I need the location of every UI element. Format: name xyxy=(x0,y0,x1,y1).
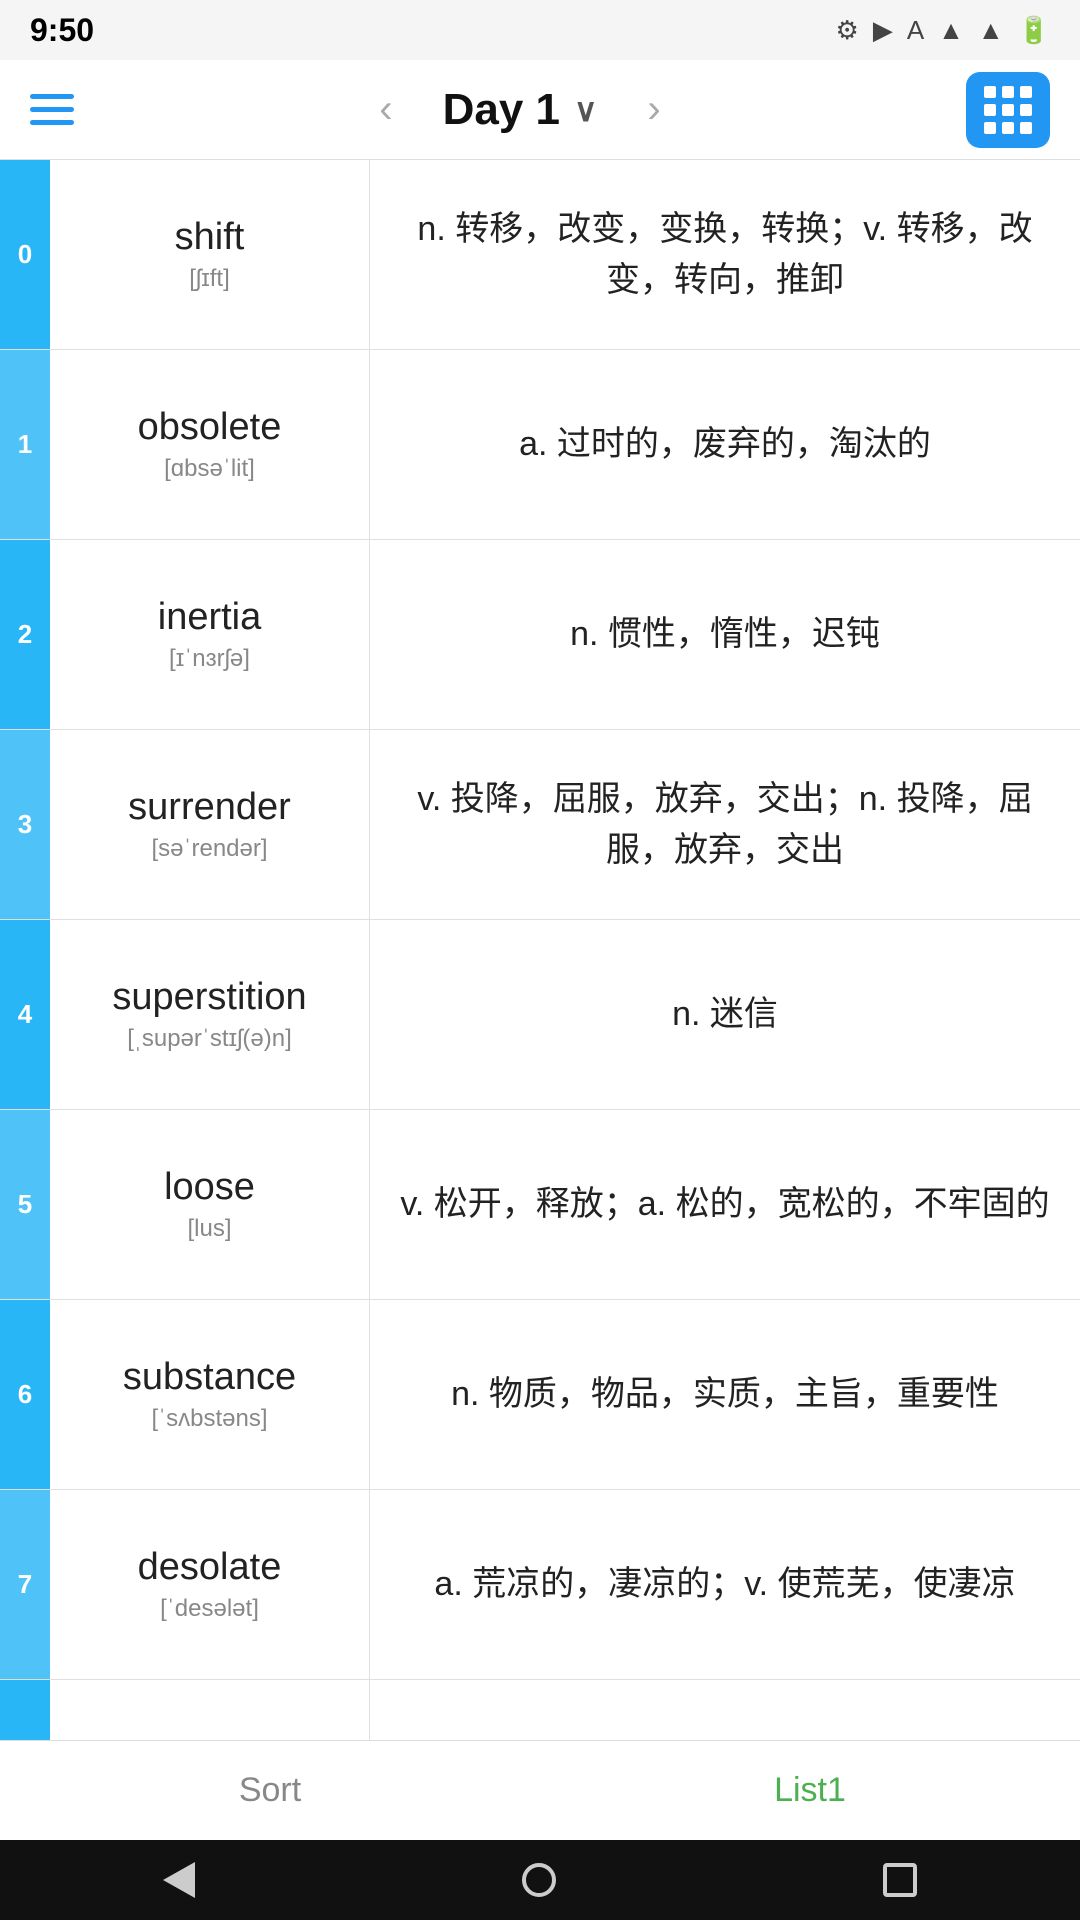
word-index: 2 xyxy=(0,540,50,729)
back-icon xyxy=(163,1862,195,1898)
word-english: desolate [ˈdesələt] xyxy=(50,1490,370,1679)
word-definition: n. 迷信 xyxy=(370,920,1080,1109)
word-english: virgin xyxy=(50,1680,370,1740)
word-english: substance [ˈsʌbstəns] xyxy=(50,1300,370,1489)
word-definition: n. 处女，童男；a. 处女的， xyxy=(370,1680,1080,1740)
prev-button[interactable]: ‹ xyxy=(369,77,402,142)
word-definition: a. 过时的，废弃的，淘汰的 xyxy=(370,350,1080,539)
chevron-down-icon: ∨ xyxy=(574,91,597,129)
word-definition: n. 惯性，惰性，迟钝 xyxy=(370,540,1080,729)
word-index: 6 xyxy=(0,1300,50,1489)
word-text: loose xyxy=(164,1166,255,1209)
word-phonetic: [ɑbsəˈlit] xyxy=(164,455,255,483)
sort-tab-label: Sort xyxy=(239,1771,301,1810)
grid-view-button[interactable] xyxy=(966,72,1050,148)
table-row[interactable]: 3 surrender [səˈrendər] v. 投降，屈服，放弃，交出；n… xyxy=(0,730,1080,920)
word-phonetic: [səˈrendər] xyxy=(151,835,267,863)
word-text: obsolete xyxy=(138,406,282,449)
word-phonetic: [ˌsupərˈstɪʃ(ə)n] xyxy=(127,1025,292,1053)
grid-row-3 xyxy=(984,122,1032,134)
word-index: 4 xyxy=(0,920,50,1109)
recents-button[interactable] xyxy=(883,1863,917,1897)
word-english: superstition [ˌsupərˈstɪʃ(ə)n] xyxy=(50,920,370,1109)
play-icon: ▶ xyxy=(873,15,893,46)
settings-icon: ⚙ xyxy=(836,15,859,46)
word-definition: v. 松开，释放；a. 松的，宽松的，不牢固的 xyxy=(370,1110,1080,1299)
next-button[interactable]: › xyxy=(637,77,670,142)
table-row[interactable]: 6 substance [ˈsʌbstəns] n. 物质，物品，实质，主旨，重… xyxy=(0,1300,1080,1490)
word-phonetic: [ˈdesələt] xyxy=(160,1595,259,1623)
signal-icon: ▲ xyxy=(978,15,1004,46)
word-english: shift [ʃɪft] xyxy=(50,160,370,349)
word-definition: n. 转移，改变，变换，转换；v. 转移，改变，转向，推卸 xyxy=(370,160,1080,349)
word-phonetic: [lus] xyxy=(187,1215,231,1243)
word-english: loose [lus] xyxy=(50,1110,370,1299)
font-icon: A xyxy=(907,15,924,46)
table-row[interactable]: 5 loose [lus] v. 松开，释放；a. 松的，宽松的，不牢固的 xyxy=(0,1110,1080,1300)
battery-icon: 🔋 xyxy=(1018,15,1050,46)
word-list: 0 shift [ʃɪft] n. 转移，改变，变换，转换；v. 转移，改变，转… xyxy=(0,160,1080,1740)
word-index: 0 xyxy=(0,160,50,349)
table-row[interactable]: 2 inertia [ɪˈnɜrʃə] n. 惯性，惰性，迟钝 xyxy=(0,540,1080,730)
table-row[interactable]: 7 desolate [ˈdesələt] a. 荒凉的，凄凉的；v. 使荒芜，… xyxy=(0,1490,1080,1680)
word-text: inertia xyxy=(158,596,262,639)
status-bar: 9:50 ⚙ ▶ A ▲ ▲ 🔋 xyxy=(0,0,1080,60)
grid-row-2 xyxy=(984,104,1032,116)
word-phonetic: [ʃɪft] xyxy=(189,265,230,293)
word-text: shift xyxy=(175,216,245,259)
word-phonetic: [ˈsʌbstəns] xyxy=(151,1405,267,1433)
word-english: obsolete [ɑbsəˈlit] xyxy=(50,350,370,539)
list1-tab[interactable]: List1 xyxy=(540,1741,1080,1840)
word-english: surrender [səˈrendər] xyxy=(50,730,370,919)
back-button[interactable] xyxy=(163,1862,195,1898)
table-row[interactable]: 1 obsolete [ɑbsəˈlit] a. 过时的，废弃的，淘汰的 xyxy=(0,350,1080,540)
table-row[interactable]: 8 virgin n. 处女，童男；a. 处女的， xyxy=(0,1680,1080,1740)
word-phonetic: [ɪˈnɜrʃə] xyxy=(169,645,250,673)
word-definition: n. 物质，物品，实质，主旨，重要性 xyxy=(370,1300,1080,1489)
home-icon xyxy=(522,1863,556,1897)
sort-tab[interactable]: Sort xyxy=(0,1741,540,1840)
android-nav-bar xyxy=(0,1840,1080,1920)
table-row[interactable]: 0 shift [ʃɪft] n. 转移，改变，变换，转换；v. 转移，改变，转… xyxy=(0,160,1080,350)
word-index: 7 xyxy=(0,1490,50,1679)
toolbar-nav: ‹ Day 1 ∨ › xyxy=(369,77,671,142)
hamburger-menu[interactable] xyxy=(30,94,74,125)
word-text: surrender xyxy=(128,786,291,829)
wifi-icon: ▲ xyxy=(938,15,964,46)
table-row[interactable]: 4 superstition [ˌsupərˈstɪʃ(ə)n] n. 迷信 xyxy=(0,920,1080,1110)
word-index: 3 xyxy=(0,730,50,919)
recents-icon xyxy=(883,1863,917,1897)
word-definition: v. 投降，屈服，放弃，交出；n. 投降，屈服，放弃，交出 xyxy=(370,730,1080,919)
grid-row-1 xyxy=(984,86,1032,98)
word-index: 1 xyxy=(0,350,50,539)
list1-tab-label: List1 xyxy=(774,1771,846,1810)
word-text: superstition xyxy=(112,976,306,1019)
word-english: inertia [ɪˈnɜrʃə] xyxy=(50,540,370,729)
word-definition: a. 荒凉的，凄凉的；v. 使荒芜，使凄凉 xyxy=(370,1490,1080,1679)
status-icons: ⚙ ▶ A ▲ ▲ 🔋 xyxy=(836,15,1051,46)
word-index: 5 xyxy=(0,1110,50,1299)
home-button[interactable] xyxy=(522,1863,556,1897)
day-title[interactable]: Day 1 ∨ xyxy=(443,85,598,135)
toolbar: ‹ Day 1 ∨ › xyxy=(0,60,1080,160)
status-time: 9:50 xyxy=(30,12,94,49)
bottom-tabs: Sort List1 xyxy=(0,1740,1080,1840)
word-text: substance xyxy=(123,1356,296,1399)
word-text: desolate xyxy=(138,1546,282,1589)
word-index: 8 xyxy=(0,1680,50,1740)
